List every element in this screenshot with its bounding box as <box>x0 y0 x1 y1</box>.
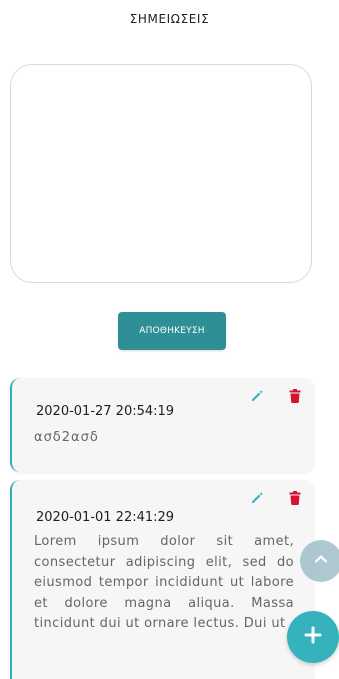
save-button-label: ΑΠΟΘΗΚΕΥΣΗ <box>139 326 205 336</box>
trash-icon[interactable] <box>289 490 301 505</box>
note-date: 2020-01-27 20:54:19 <box>36 404 175 419</box>
pencil-icon[interactable] <box>250 490 264 504</box>
note-date: 2020-01-01 22:41:29 <box>36 510 175 525</box>
trash-icon[interactable] <box>289 388 301 403</box>
note-card[interactable]: 2020-01-01 22:41:29 Lorem ipsum dolor si… <box>10 480 314 679</box>
page-title: ΣΗΜΕΙΩΣΕΙΣ <box>129 12 210 26</box>
notes-screen: ΣΗΜΕΙΩΣΕΙΣ ΑΠΟΘΗΚΕΥΣΗ 2020-01-27 20:54:1… <box>0 0 339 679</box>
save-button[interactable]: ΑΠΟΘΗΚΕΥΣΗ <box>118 312 226 350</box>
pencil-icon[interactable] <box>250 388 264 402</box>
note-text: Lorem ipsum dolor sit amet, consectetur … <box>34 534 294 631</box>
note-card[interactable]: 2020-01-27 20:54:19 ασδ2ασδ <box>10 378 314 472</box>
scroll-to-top-button[interactable] <box>300 540 339 582</box>
chevron-up-icon <box>313 551 329 571</box>
note-text: ασδ2ασδ <box>34 430 99 445</box>
plus-icon <box>303 625 323 649</box>
add-note-button[interactable] <box>287 611 339 663</box>
note-textarea[interactable] <box>10 64 312 283</box>
